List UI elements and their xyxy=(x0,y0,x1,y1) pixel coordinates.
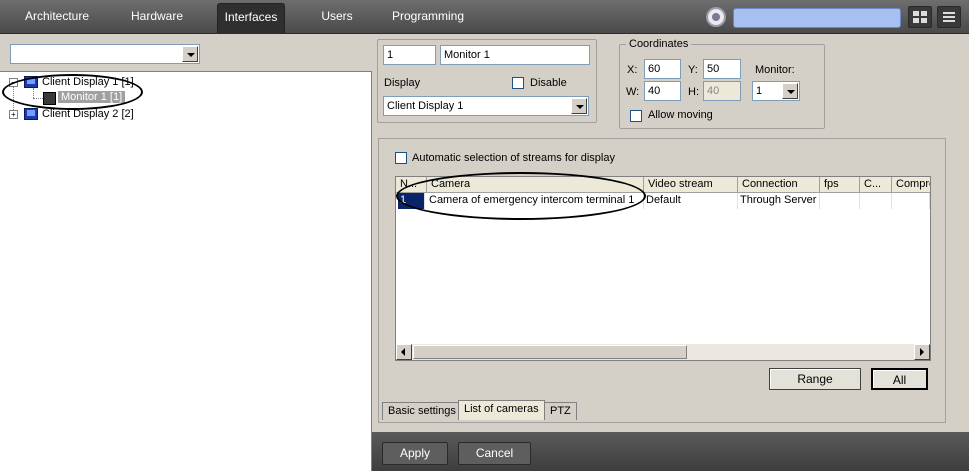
w-label: W: xyxy=(626,86,640,98)
tree-item-client-display-2[interactable]: Client Display 2 [2] xyxy=(42,108,134,120)
auto-select-checkbox[interactable] xyxy=(395,152,407,164)
tree-filter-bar xyxy=(0,35,372,72)
monitor-number-value: 1 xyxy=(756,85,763,97)
action-bar: Apply Cancel xyxy=(372,432,969,471)
table-cell-fps[interactable] xyxy=(820,193,860,209)
display-select[interactable]: Client Display 1 xyxy=(383,96,589,116)
tab-list-of-cameras[interactable]: List of cameras xyxy=(458,400,545,420)
layout-grid-icon[interactable] xyxy=(908,6,932,28)
allow-moving-checkbox[interactable] xyxy=(630,110,642,122)
column-header-compression[interactable]: Compre xyxy=(892,177,930,193)
menu-icon[interactable] xyxy=(937,6,961,28)
monitor-name-field[interactable]: Monitor 1 xyxy=(440,45,590,65)
column-header-connection[interactable]: Connection xyxy=(738,177,820,193)
highlight-annotation xyxy=(2,74,143,110)
scroll-right-icon[interactable] xyxy=(914,344,930,360)
coordinates-title: Coordinates xyxy=(626,38,692,50)
column-header-video-stream[interactable]: Video stream xyxy=(644,177,738,193)
tab-ptz[interactable]: PTZ xyxy=(544,402,577,420)
tree-filter-select[interactable] xyxy=(10,44,200,64)
allow-moving-label: Allow moving xyxy=(648,109,713,121)
scroll-thumb[interactable] xyxy=(413,345,687,359)
x-label: X: xyxy=(627,64,638,76)
apply-button[interactable]: Apply xyxy=(382,442,448,465)
monitor-label: Monitor: xyxy=(755,64,795,76)
h-label: H: xyxy=(688,86,699,98)
top-nav-bar: Architecture Hardware Interfaces Users P… xyxy=(0,0,969,34)
tab-users[interactable]: Users xyxy=(310,3,364,33)
table-cell-video-stream[interactable]: Default xyxy=(644,193,738,209)
monitor-icon xyxy=(24,108,38,120)
object-tree-pane: − Client Display 1 [1] Monitor 1 [1] + C… xyxy=(0,35,372,471)
h-field[interactable]: 40 xyxy=(703,81,741,101)
horizontal-scrollbar[interactable] xyxy=(396,344,930,360)
disable-label: Disable xyxy=(530,77,567,89)
column-header-fps[interactable]: fps xyxy=(820,177,860,193)
search-input[interactable] xyxy=(733,8,901,28)
tab-basic-settings[interactable]: Basic settings xyxy=(382,402,462,420)
tab-architecture[interactable]: Architecture xyxy=(14,3,100,33)
disable-checkbox[interactable] xyxy=(512,77,524,89)
all-button[interactable]: All xyxy=(871,368,928,390)
auto-select-label: Automatic selection of streams for displ… xyxy=(412,152,615,164)
table-cell-c[interactable] xyxy=(860,193,892,209)
gear-icon[interactable] xyxy=(706,7,726,27)
monitor-number-select[interactable]: 1 xyxy=(752,81,800,101)
chevron-down-icon[interactable] xyxy=(782,83,798,99)
y-label: Y: xyxy=(688,64,698,76)
column-header-c[interactable]: C... xyxy=(860,177,892,193)
cancel-button[interactable]: Cancel xyxy=(458,442,531,465)
chevron-down-icon[interactable] xyxy=(182,46,198,62)
table-cell-connection[interactable]: Through Server xyxy=(738,193,820,209)
display-label: Display xyxy=(384,77,421,89)
range-button[interactable]: Range xyxy=(769,368,861,390)
table-cell-compression[interactable] xyxy=(892,193,930,209)
y-field[interactable]: 50 xyxy=(703,59,741,79)
expand-icon[interactable]: + xyxy=(9,110,18,119)
tab-programming[interactable]: Programming xyxy=(386,3,470,33)
tab-hardware[interactable]: Hardware xyxy=(118,3,196,33)
chevron-down-icon[interactable] xyxy=(571,98,587,114)
monitor-id-field[interactable]: 1 xyxy=(383,45,436,65)
display-select-value: Client Display 1 xyxy=(387,100,464,112)
highlight-annotation xyxy=(396,172,646,220)
w-field[interactable]: 40 xyxy=(644,81,681,101)
tab-interfaces[interactable]: Interfaces xyxy=(217,3,285,33)
monitor-settings-group: 1 Monitor 1 Display Disable Client Displ… xyxy=(377,39,597,123)
scroll-left-icon[interactable] xyxy=(396,344,412,360)
x-field[interactable]: 60 xyxy=(644,59,681,79)
